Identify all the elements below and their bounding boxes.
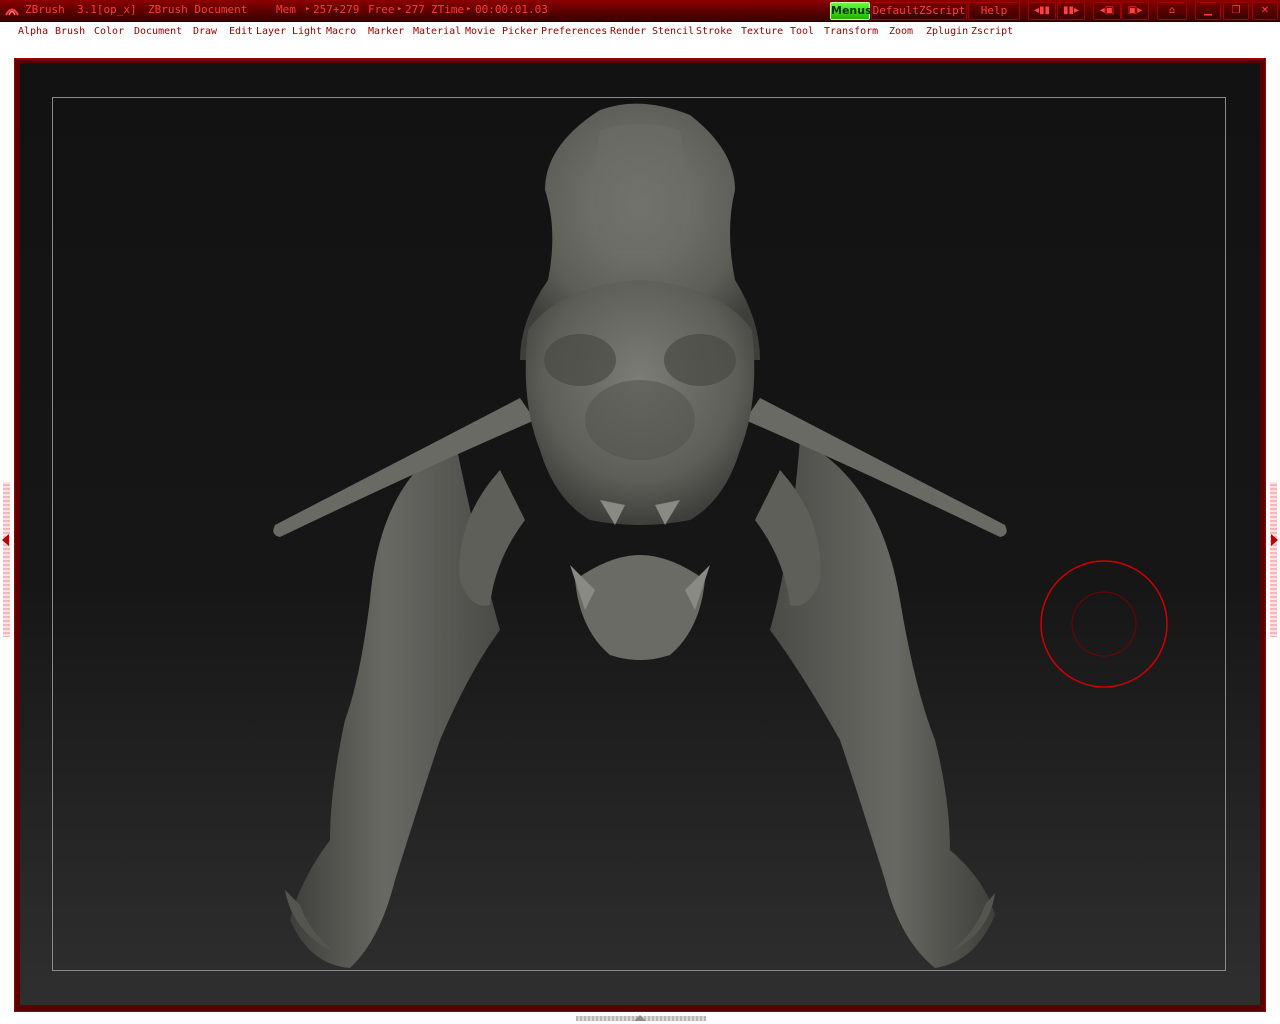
menus-button[interactable]: Menus (830, 2, 872, 20)
menu-stencil[interactable]: Stencil (652, 26, 694, 37)
close-icon[interactable]: ✕ (1252, 2, 1278, 20)
menu-stroke[interactable]: Stroke (696, 26, 732, 37)
lock-icon[interactable]: ⌂ (1157, 2, 1187, 20)
left-tray-handle[interactable] (3, 482, 10, 637)
menu-movie[interactable]: Movie (465, 26, 495, 37)
bottom-tray-edge (14, 1012, 1266, 1024)
menu-zscript[interactable]: Zscript (971, 26, 1013, 37)
title-bar: ZBrush 3.1[op_x] ZBrush Document Mem ▸ 2… (0, 0, 1280, 22)
menu-document[interactable]: Document (134, 26, 182, 37)
help-button[interactable]: Help (968, 2, 1020, 20)
menu-marker[interactable]: Marker (368, 26, 404, 37)
left-tray-edge (0, 22, 14, 1024)
app-name: ZBrush (25, 3, 65, 16)
menu-texture[interactable]: Texture (741, 26, 783, 37)
layout-icon[interactable]: ▣▸ (1121, 2, 1149, 20)
expand-left-tray-icon[interactable] (2, 534, 9, 546)
menu-picker[interactable]: Picker (502, 26, 538, 37)
minimize-icon[interactable]: ▁ (1195, 2, 1221, 20)
tile-icon[interactable]: ◂▣ (1093, 2, 1121, 20)
zbrush-logo-icon (5, 8, 19, 16)
ztime-arrow-icon: ▸ (466, 4, 472, 14)
menu-preferences[interactable]: Preferences (541, 26, 607, 37)
menu-edit[interactable]: Edit (229, 26, 253, 37)
app-version: 3.1[op_x] (77, 3, 137, 16)
move-left-icon[interactable]: ◂▮▮ (1028, 2, 1056, 20)
brush-cursor-icon (1040, 560, 1168, 688)
right-tray-handle[interactable] (1270, 482, 1277, 637)
restore-icon[interactable]: ❐ (1223, 2, 1249, 20)
menu-material[interactable]: Material (413, 26, 461, 37)
menu-render[interactable]: Render (610, 26, 646, 37)
move-right-icon[interactable]: ▮▮▸ (1057, 2, 1085, 20)
menu-macro[interactable]: Macro (326, 26, 356, 37)
menu-layer[interactable]: Layer (256, 26, 286, 37)
ztime-label: ZTime (431, 3, 465, 16)
ztime-value: 00:00:01.03 (475, 3, 548, 16)
mem-arrow-icon: ▸ (305, 4, 311, 14)
menu-draw[interactable]: Draw (193, 26, 217, 37)
expand-right-tray-icon[interactable] (1271, 534, 1278, 546)
mem-label: Mem (276, 3, 296, 16)
free-value: 277 (405, 3, 425, 16)
menu-transform[interactable]: Transform (824, 26, 878, 37)
menu-light[interactable]: Light (292, 26, 322, 37)
menu-bar: Alpha Brush Color Document Draw Edit Lay… (14, 22, 1266, 58)
default-zscript-button[interactable]: DefaultZScript (871, 2, 967, 20)
free-arrow-icon: ▸ (397, 4, 403, 14)
sculpted-creature-model[interactable] (20, 63, 1260, 1005)
menu-color[interactable]: Color (94, 26, 124, 37)
document-canvas[interactable] (20, 63, 1260, 1005)
expand-bottom-tray-icon[interactable] (634, 1015, 646, 1021)
free-label: Free (368, 3, 395, 16)
menu-zoom[interactable]: Zoom (889, 26, 913, 37)
menu-brush[interactable]: Brush (55, 26, 85, 37)
menu-alpha[interactable]: Alpha (18, 26, 48, 37)
menu-zplugin[interactable]: Zplugin (926, 26, 968, 37)
menu-tool[interactable]: Tool (790, 26, 814, 37)
right-tray-edge (1266, 22, 1280, 1024)
document-title: ZBrush Document (148, 3, 248, 16)
mem-value: 257+279 (313, 3, 360, 16)
